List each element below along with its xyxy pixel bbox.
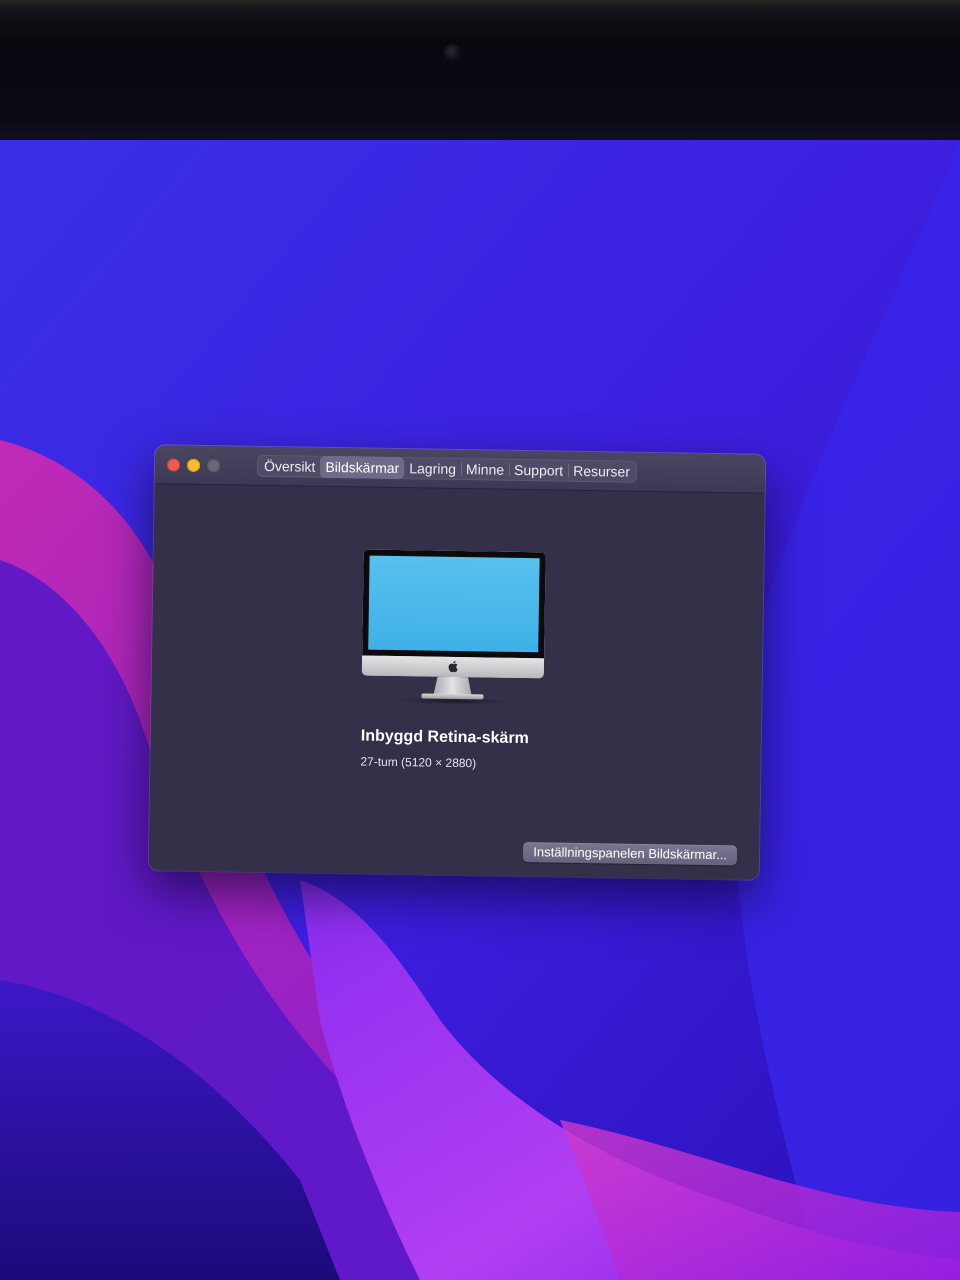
tab-minne[interactable]: Minne <box>461 458 509 481</box>
tab-lagring[interactable]: Lagring <box>404 457 461 480</box>
tab-bildskarmar[interactable]: Bildskärmar <box>320 455 405 480</box>
displays-pane: Inbyggd Retina-skärm 27-tum (5120 × 2880… <box>148 484 765 880</box>
webcam-icon <box>444 44 462 62</box>
tab-oversikt[interactable]: Översikt <box>259 455 321 478</box>
display-size: 27-tum (5120 × 2880) <box>360 754 477 771</box>
imac-foot <box>421 693 484 700</box>
imac-icon <box>361 549 546 706</box>
imac-stand <box>433 677 471 696</box>
imac-screen <box>368 555 540 653</box>
imac-bezel <box>362 549 546 659</box>
tab-resurser[interactable]: Resurser <box>568 460 635 483</box>
tab-support[interactable]: Support <box>509 459 568 482</box>
display-name: Inbyggd Retina-skärm <box>360 727 529 748</box>
display-preferences-button[interactable]: Inställningspanelen Bildskärmar... <box>523 842 738 866</box>
monitor-bezel <box>0 0 960 150</box>
imac-display <box>361 549 546 679</box>
segmented-tab-bar: Översikt Bildskärmar Lagring Minne Suppo… <box>256 454 638 483</box>
photo-scene: Översikt Bildskärmar Lagring Minne Suppo… <box>0 0 960 1280</box>
about-this-mac-window: Översikt Bildskärmar Lagring Minne Suppo… <box>148 445 766 880</box>
zoom-button <box>206 459 221 473</box>
close-button[interactable] <box>166 458 181 472</box>
minimize-button[interactable] <box>186 458 201 472</box>
apple-logo-icon <box>448 660 458 673</box>
